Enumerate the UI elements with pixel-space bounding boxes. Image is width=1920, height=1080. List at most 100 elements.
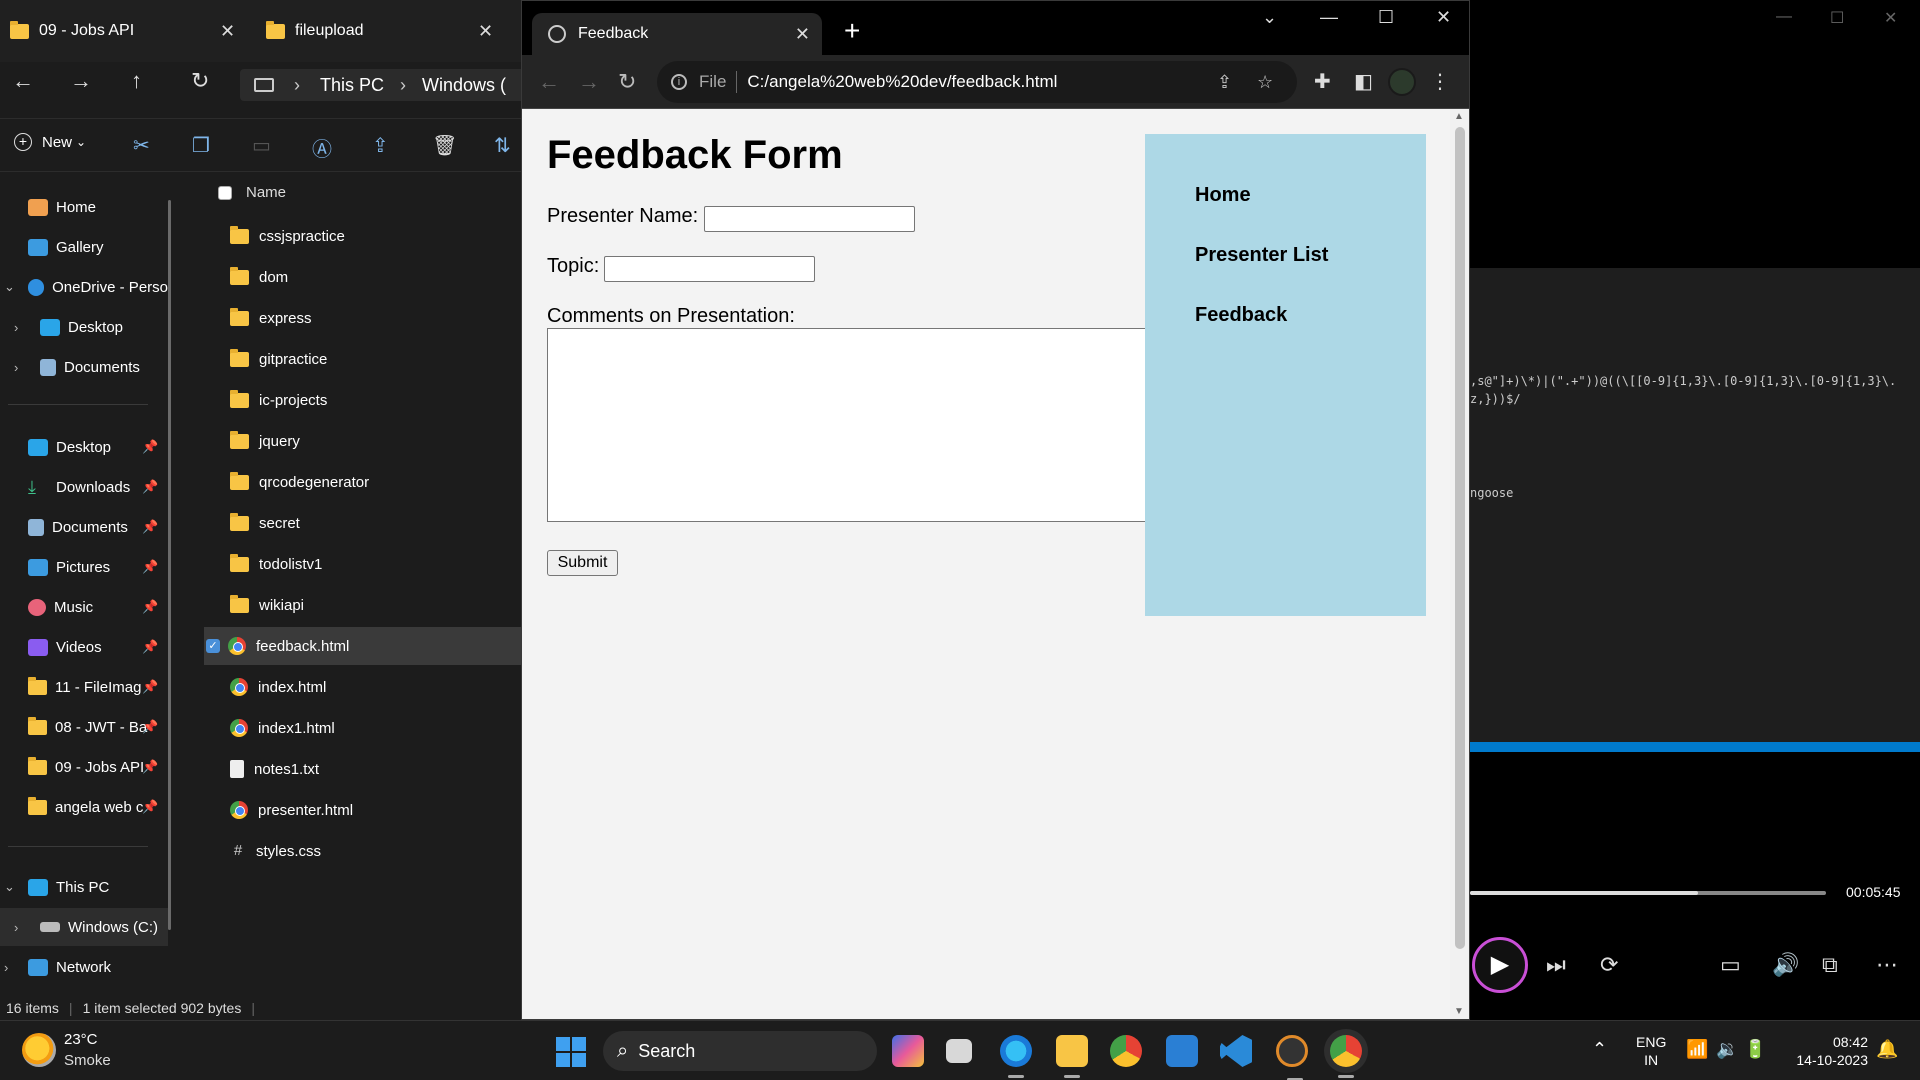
sidebar-item-gallery[interactable]: Gallery xyxy=(0,228,168,266)
weather-icon[interactable] xyxy=(22,1033,56,1067)
sidebar-scrollbar[interactable] xyxy=(168,200,171,930)
chevron-right-icon[interactable]: › xyxy=(14,360,18,375)
maximize-icon[interactable]: ☐ xyxy=(1830,8,1844,28)
volume-icon[interactable]: 🔉 xyxy=(1716,1039,1738,1060)
info-icon[interactable]: i xyxy=(671,74,687,90)
file-row[interactable]: secret xyxy=(206,504,522,542)
chevron-right-icon[interactable]: › xyxy=(14,320,18,335)
cut-icon[interactable]: ✂ xyxy=(133,133,150,158)
sort-icon[interactable]: ⇅ xyxy=(494,133,511,158)
share-icon[interactable]: ⇪ xyxy=(1217,72,1232,93)
maximize-icon[interactable]: ☐ xyxy=(1378,7,1394,28)
file-row[interactable]: index1.html xyxy=(206,709,522,747)
tab-search-icon[interactable]: ⌄ xyxy=(1262,7,1277,28)
sidebar-item-onedrive[interactable]: ⌄ OneDrive - Perso xyxy=(0,268,168,306)
sidebar-item-pictures[interactable]: Pictures 📌 xyxy=(0,548,168,586)
browser-tab-feedback[interactable]: Feedback ✕ xyxy=(532,13,822,55)
row-checkbox[interactable]: ✓ xyxy=(206,639,220,653)
file-row[interactable]: notes1.txt xyxy=(206,750,522,788)
sidebar-item-network[interactable]: › Network xyxy=(0,948,168,986)
bookmark-star-icon[interactable]: ☆ xyxy=(1257,72,1273,93)
sidebar-item-home[interactable]: Home xyxy=(0,188,168,226)
new-tab-button[interactable]: + xyxy=(844,15,860,47)
forward-arrow-icon[interactable]: → xyxy=(578,69,600,95)
sidebar-item-music[interactable]: Music 📌 xyxy=(0,588,168,626)
file-row[interactable]: index.html xyxy=(206,668,522,706)
sidebar-item-angela-web[interactable]: angela web c 📌 xyxy=(0,788,168,826)
address-bar[interactable]: i File C:/angela%20web%20dev/feedback.ht… xyxy=(657,61,1297,103)
chevron-down-icon[interactable]: ⌄ xyxy=(4,279,15,295)
sidebar-item-jobs-api[interactable]: 09 - Jobs API 📌 xyxy=(0,748,168,786)
sidebar-item-documents[interactable]: Documents 📌 xyxy=(0,508,168,546)
forward-arrow-icon[interactable]: → xyxy=(70,68,92,94)
close-window-icon[interactable]: ✕ xyxy=(1436,7,1451,28)
sidebar-item-videos[interactable]: Videos 📌 xyxy=(0,628,168,666)
close-tab-icon[interactable]: ✕ xyxy=(220,21,235,42)
file-row[interactable]: express xyxy=(206,299,522,337)
battery-icon[interactable]: 🔋 xyxy=(1744,1039,1766,1060)
file-row[interactable]: ✓ feedback.html xyxy=(204,627,522,665)
rename-icon[interactable]: Ⓐ xyxy=(312,133,332,162)
seek-bar[interactable] xyxy=(1470,891,1826,895)
submit-button[interactable]: Submit xyxy=(547,550,618,576)
up-arrow-icon[interactable]: ↑ xyxy=(131,68,142,94)
menu-kebab-icon[interactable]: ⋮ xyxy=(1430,69,1450,94)
presenter-name-input[interactable] xyxy=(704,206,915,232)
share-icon[interactable]: ⇪ xyxy=(372,133,389,158)
column-header-name[interactable]: Name xyxy=(246,184,286,201)
comments-textarea[interactable] xyxy=(547,328,1147,522)
back-arrow-icon[interactable]: ← xyxy=(538,69,560,95)
sidebar-item-downloads[interactable]: ⤓ Downloads 📌 xyxy=(0,468,168,506)
file-row[interactable]: wikiapi xyxy=(206,586,522,624)
select-all-checkbox[interactable] xyxy=(218,186,232,200)
paste-icon[interactable]: ▭ xyxy=(252,133,271,158)
taskbar-search[interactable]: ⌕ Search xyxy=(603,1031,877,1071)
chevron-right-icon[interactable]: › xyxy=(4,960,8,975)
play-button[interactable]: ▶ xyxy=(1472,937,1528,993)
copy-icon[interactable]: ❐ xyxy=(192,133,210,158)
topic-input[interactable] xyxy=(604,256,815,282)
reload-icon[interactable]: ↻ xyxy=(618,69,636,95)
file-row[interactable]: jquery xyxy=(206,422,522,460)
profile-avatar[interactable] xyxy=(1388,68,1416,96)
show-hidden-icons-chevron-up-icon[interactable]: ⌃ xyxy=(1592,1039,1607,1060)
breadcrumb-windows-c[interactable]: Windows ( xyxy=(422,75,506,96)
sidebar-item-fileimage[interactable]: 11 - FileImag 📌 xyxy=(0,668,168,706)
repeat-off-icon[interactable]: ⟳ xyxy=(1600,952,1618,978)
breadcrumb-this-pc[interactable]: This PC xyxy=(320,75,384,96)
side-panel-icon[interactable]: ◧ xyxy=(1354,69,1373,94)
nav-link-feedback[interactable]: Feedback xyxy=(1195,304,1287,327)
sidebar-item-onedrive-desktop[interactable]: › Desktop xyxy=(0,308,168,346)
file-row[interactable]: ic-projects xyxy=(206,381,522,419)
minimize-icon[interactable]: — xyxy=(1776,8,1792,26)
extensions-icon[interactable]: ✚ xyxy=(1314,69,1331,94)
file-row[interactable]: gitpractice xyxy=(206,340,522,378)
scroll-up-icon[interactable]: ▲ xyxy=(1454,111,1464,122)
edge-app-icon[interactable] xyxy=(1000,1035,1032,1078)
nav-link-presenter-list[interactable]: Presenter List xyxy=(1195,244,1328,267)
chrome-active-app-icon[interactable] xyxy=(1330,1035,1362,1078)
wifi-icon[interactable]: 📶 xyxy=(1686,1039,1708,1060)
file-row[interactable]: dom xyxy=(206,258,522,296)
chevron-right-icon[interactable]: › xyxy=(14,920,18,935)
mail-app-icon[interactable] xyxy=(1166,1035,1198,1067)
notification-bell-icon[interactable]: 🔔 xyxy=(1876,1039,1898,1060)
file-row[interactable]: # styles.css xyxy=(206,832,522,870)
page-scrollbar[interactable]: ▲ ▼ xyxy=(1450,109,1469,1019)
vscode-app-icon[interactable] xyxy=(1220,1035,1252,1067)
minimize-icon[interactable]: — xyxy=(1320,7,1338,28)
new-button[interactable]: + New ⌄ xyxy=(14,133,86,151)
delete-icon[interactable]: 🗑 xyxy=(432,133,457,158)
mini-player-icon[interactable]: ⧉ xyxy=(1822,952,1838,978)
language-indicator[interactable]: ENG IN xyxy=(1636,1033,1666,1069)
refresh-icon[interactable]: ↻ xyxy=(191,68,209,94)
breadcrumb[interactable]: › This PC › Windows ( xyxy=(240,69,522,101)
sidebar-item-this-pc[interactable]: ⌄ This PC xyxy=(0,868,168,906)
sidebar-item-onedrive-documents[interactable]: › Documents xyxy=(0,348,168,386)
file-row[interactable]: cssjspractice xyxy=(206,217,522,255)
close-icon[interactable]: ✕ xyxy=(1884,8,1897,28)
chevron-down-icon[interactable]: ⌄ xyxy=(4,879,15,895)
close-tab-icon[interactable]: ✕ xyxy=(478,21,493,42)
sidebar-item-desktop[interactable]: Desktop 📌 xyxy=(0,428,168,466)
system-clock[interactable]: 08:42 14-10-2023 xyxy=(1788,1033,1868,1069)
